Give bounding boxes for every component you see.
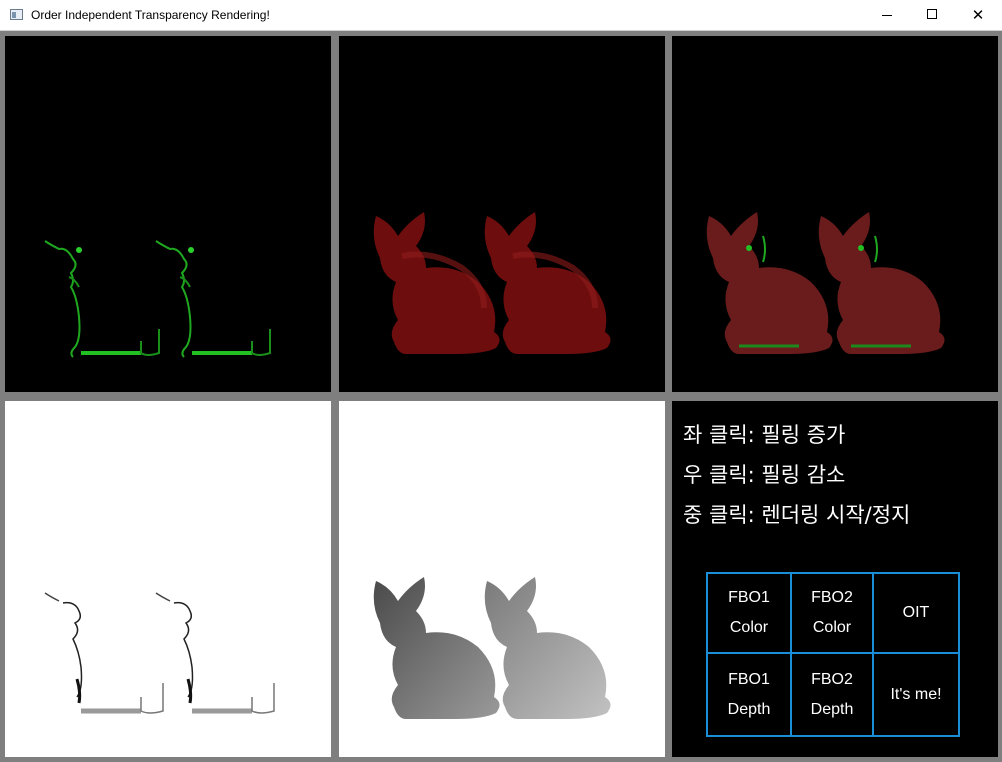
fbo1-depth-render (5, 401, 331, 757)
legend-cell-fbo1-color: FBO1 Color (708, 574, 792, 654)
maximize-button[interactable] (909, 0, 955, 31)
panel-legend-grid: FBO1 Color FBO2 Color OIT FBO1 Depth FBO… (706, 572, 960, 737)
legend-cell-fbo2-color: FBO2 Color (792, 574, 874, 654)
title-bar[interactable]: Order Independent Transparency Rendering… (0, 0, 1002, 31)
close-icon: ✕ (971, 6, 985, 24)
fbo1-color-render (43, 239, 272, 359)
fbo2-color-panel (339, 36, 665, 392)
close-button[interactable]: ✕ (955, 0, 1001, 31)
fbo2-depth-panel (339, 401, 665, 757)
instruction-left-click: 좌 클릭: 필링 증가 (683, 423, 846, 447)
app-window-icon (10, 9, 23, 20)
fbo2-color-render (339, 36, 665, 392)
minimize-button[interactable] (864, 0, 910, 31)
instruction-middle-click: 중 클릭: 렌더링 시작/정지 (683, 503, 911, 527)
fbo2-depth-render (373, 577, 611, 719)
legend-cell-fbo1-depth: FBO1 Depth (708, 654, 792, 735)
instruction-right-click: 우 클릭: 필링 감소 (683, 463, 846, 487)
legend-cell-fbo2-depth: FBO2 Depth (792, 654, 874, 735)
render-viewport[interactable]: 좌 클릭: 필링 증가 우 클릭: 필링 감소 중 클릭: 렌더링 시작/정지 … (0, 31, 1002, 762)
info-panel: 좌 클릭: 필링 증가 우 클릭: 필링 감소 중 클릭: 렌더링 시작/정지 … (672, 401, 998, 757)
fbo1-depth-panel (5, 401, 331, 757)
legend-cell-its-me: It's me! (890, 685, 942, 703)
fbo1-color-panel (5, 36, 331, 392)
legend-cell-oit: OIT (874, 574, 958, 654)
oit-render (705, 210, 947, 356)
minimize-icon (882, 15, 892, 16)
maximize-icon (927, 9, 937, 19)
window-title: Order Independent Transparency Rendering… (31, 8, 270, 22)
oit-panel (672, 36, 998, 392)
